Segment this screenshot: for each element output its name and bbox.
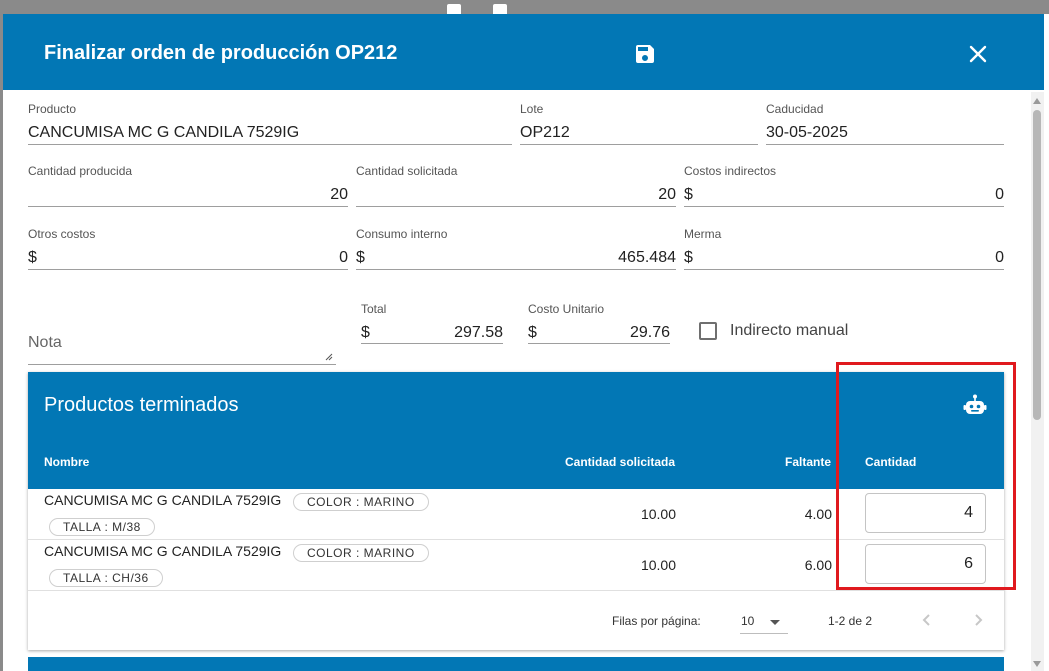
costos-indirectos-field[interactable]: Costos indirectos $ 0 [684, 164, 1004, 207]
faltante-cell: 6.00 [804, 557, 832, 573]
total-value: 297.58 [454, 324, 503, 341]
merma-field[interactable]: Merma $ 0 [684, 227, 1004, 270]
product-name: CANCUMISA MC G CANDILA 7529IG [44, 492, 282, 508]
table-row: CANCUMISA MC G CANDILA 7529IG COLOR : MA… [28, 540, 1004, 591]
next-section-header [28, 657, 1004, 671]
cantidad-producida-field[interactable]: Cantidad producida 20 [28, 164, 348, 207]
producto-field[interactable]: Producto CANCUMISA MC G CANDILA 7529IG [28, 102, 512, 145]
producto-value: CANCUMISA MC G CANDILA 7529IG [28, 124, 300, 141]
caducidad-value: 30-05-2025 [766, 124, 848, 141]
consumo-interno-label: Consumo interno [356, 227, 448, 241]
finalize-production-dialog: Finalizar orden de producción OP212 Prod… [3, 14, 1049, 671]
cantidad-producida-label: Cantidad producida [28, 164, 133, 178]
save-icon [636, 45, 654, 63]
otros-costos-field[interactable]: Otros costos $ 0 [28, 227, 348, 270]
caret-down-icon [770, 620, 780, 625]
producto-label: Producto [28, 102, 77, 116]
save-button[interactable] [633, 42, 657, 66]
color-chip: COLOR : MARINO [293, 544, 429, 562]
lote-value: OP212 [520, 124, 570, 141]
lote-label: Lote [520, 102, 544, 116]
talla-chip: TALLA : M/38 [49, 518, 155, 536]
merma-label: Merma [684, 227, 722, 241]
cantidad-input[interactable] [865, 544, 986, 584]
dialog-scrollbar[interactable] [1031, 92, 1044, 671]
dialog-header: Finalizar orden de producción OP212 [3, 14, 1044, 90]
scroll-down-arrow-icon[interactable] [1033, 661, 1041, 667]
cantidad-solicitada-label: Cantidad solicitada [356, 164, 458, 178]
checkbox-box[interactable] [699, 322, 717, 340]
caducidad-field[interactable]: Caducidad 30-05-2025 [766, 102, 1004, 145]
indirecto-manual-checkbox[interactable]: Indirecto manual [699, 322, 848, 340]
column-header-faltante[interactable]: Faltante [785, 455, 831, 469]
next-page-button[interactable] [968, 610, 988, 630]
robot-icon [963, 394, 987, 414]
chevron-right-icon [975, 614, 983, 626]
card-header: Productos terminados Nombre Cantidad sol… [28, 372, 1004, 489]
rows-per-page-select[interactable]: 10 [740, 607, 788, 634]
costos-indirectos-value: 0 [995, 186, 1004, 203]
otros-costos-value: 0 [339, 249, 348, 266]
otros-costos-label: Otros costos [28, 227, 96, 241]
caducidad-label: Caducidad [766, 102, 824, 116]
table-row: CANCUMISA MC G CANDILA 7529IG COLOR : MA… [28, 489, 1004, 540]
scrollbar-thumb[interactable] [1033, 110, 1041, 420]
column-header-nombre[interactable]: Nombre [44, 455, 89, 469]
scroll-up-arrow-icon[interactable] [1033, 98, 1041, 104]
card-title: Productos terminados [44, 394, 239, 416]
rows-per-page-value: 10 [741, 614, 755, 628]
product-name: CANCUMISA MC G CANDILA 7529IG [44, 543, 282, 559]
merma-value: 0 [995, 249, 1004, 266]
column-header-cantidad-solicitada[interactable]: Cantidad solicitada [565, 455, 675, 469]
nota-textarea[interactable]: Nota [28, 314, 336, 365]
cantidad-solicitada-field[interactable]: Cantidad solicitada 20 [356, 164, 676, 207]
talla-chip: TALLA : CH/36 [49, 569, 163, 587]
total-field[interactable]: Total $ 297.58 [361, 302, 503, 344]
costo-unitario-value: 29.76 [629, 324, 670, 341]
previous-page-button[interactable] [917, 610, 937, 630]
auto-fill-button[interactable] [962, 393, 988, 419]
close-button[interactable] [966, 42, 990, 66]
chevron-left-icon [922, 614, 930, 626]
rows-per-page-label: Filas por página: [612, 614, 701, 628]
cantidad-input[interactable] [865, 493, 986, 533]
costo-unitario-label: Costo Unitario [528, 302, 605, 316]
table-pagination: Filas por página: 10 1-2 de 2 [28, 601, 1004, 641]
cantidad-producida-value: 20 [330, 186, 348, 203]
lote-field[interactable]: Lote OP212 [520, 102, 758, 145]
color-chip: COLOR : MARINO [293, 493, 429, 511]
faltante-cell: 4.00 [804, 506, 832, 522]
cantidad-solicitada-value: 20 [658, 186, 676, 203]
costos-indirectos-label: Costos indirectos [684, 164, 777, 178]
cantidad-solicitada-cell: 10.00 [640, 506, 676, 522]
dialog-title: Finalizar orden de producción OP212 [44, 42, 398, 64]
indirecto-manual-label: Indirecto manual [730, 322, 849, 339]
nota-placeholder: Nota [28, 334, 62, 351]
close-icon [969, 45, 987, 63]
column-header-cantidad[interactable]: Cantidad [865, 455, 916, 469]
total-label: Total [361, 302, 387, 316]
productos-terminados-card: Productos terminados Nombre Cantidad sol… [28, 372, 1004, 650]
costo-unitario-field[interactable]: Costo Unitario $ 29.76 [528, 302, 670, 344]
consumo-interno-value: 465.484 [618, 249, 676, 266]
resize-grip-icon[interactable] [325, 353, 333, 361]
cantidad-solicitada-cell: 10.00 [640, 557, 676, 573]
consumo-interno-field[interactable]: Consumo interno $ 465.484 [356, 227, 676, 270]
pagination-range: 1-2 de 2 [828, 614, 873, 628]
